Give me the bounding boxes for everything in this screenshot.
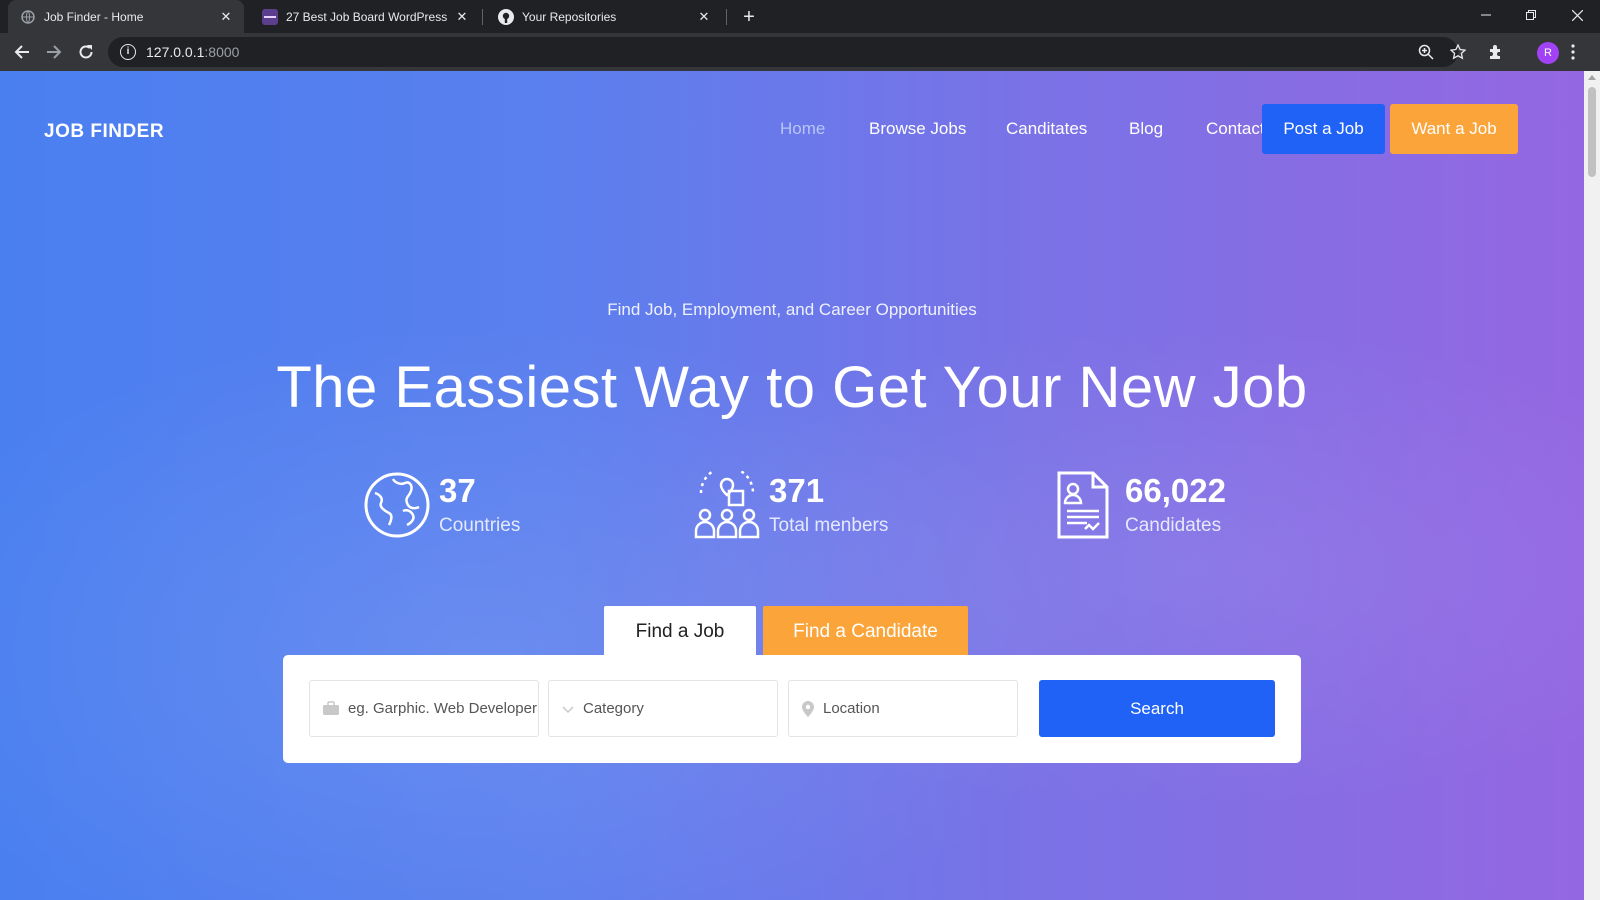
members-icon bbox=[694, 471, 760, 539]
globe-icon bbox=[20, 9, 36, 25]
url-host: 127.0.0.1 bbox=[146, 44, 205, 60]
category-placeholder: Category bbox=[583, 700, 644, 717]
info-icon[interactable]: i bbox=[120, 44, 136, 60]
keyword-placeholder: eg. Garphic. Web Developer bbox=[348, 700, 537, 717]
close-icon[interactable]: ✕ bbox=[218, 9, 234, 25]
want-a-job-button[interactable]: Want a Job bbox=[1390, 104, 1518, 154]
browser-tab-strip: Job Finder - Home ✕ 27 Best Job Board Wo… bbox=[0, 0, 1600, 33]
close-icon[interactable]: ✕ bbox=[454, 9, 470, 25]
tab-separator bbox=[482, 9, 483, 25]
scrollbar[interactable] bbox=[1584, 71, 1600, 900]
page-viewport: JOB FINDER Home Browse Jobs Canditates B… bbox=[0, 71, 1584, 900]
post-a-job-button[interactable]: Post a Job bbox=[1262, 104, 1385, 154]
restore-icon[interactable] bbox=[1508, 0, 1554, 30]
browser-tab-3[interactable]: Your Repositories ✕ bbox=[486, 0, 722, 33]
tab-separator bbox=[726, 9, 727, 25]
browser-toolbar: i 127.0.0.1 :8000 R bbox=[0, 33, 1600, 71]
new-tab-icon[interactable]: + bbox=[738, 6, 760, 28]
hero-title: The Eassiest Way to Get Your New Job bbox=[276, 355, 1308, 420]
briefcase-icon bbox=[322, 701, 340, 716]
tab-find-a-job[interactable]: Find a Job bbox=[604, 606, 756, 657]
back-icon[interactable] bbox=[8, 38, 36, 66]
stat-label: Countries bbox=[439, 515, 521, 536]
profile-avatar[interactable]: R bbox=[1537, 42, 1559, 64]
github-icon bbox=[498, 8, 514, 25]
menu-dots-icon[interactable] bbox=[1567, 41, 1579, 63]
stat-candidates: 66,022 Candidates bbox=[1049, 471, 1226, 539]
browser-tab-1[interactable]: Job Finder - Home ✕ bbox=[8, 0, 244, 33]
reload-icon[interactable] bbox=[72, 38, 100, 66]
nav-contact[interactable]: Contact bbox=[1206, 119, 1265, 139]
extensions-icon[interactable] bbox=[1485, 41, 1507, 63]
globe-icon bbox=[364, 472, 430, 538]
stat-value: 371 bbox=[769, 472, 825, 509]
stat-members: 371 Total menbers bbox=[693, 471, 888, 539]
stat-label: Total menbers bbox=[769, 515, 889, 536]
tab-title: Your Repositories bbox=[522, 9, 617, 24]
keyword-field[interactable]: eg. Garphic. Web Developer bbox=[309, 680, 539, 737]
nav-blog[interactable]: Blog bbox=[1129, 119, 1163, 139]
star-icon[interactable] bbox=[1447, 41, 1469, 63]
url-port: :8000 bbox=[204, 44, 240, 60]
stat-label: Candidates bbox=[1125, 515, 1222, 536]
search-panel: eg. Garphic. Web Developer Category Loca… bbox=[283, 655, 1301, 763]
tab-title: 27 Best Job Board WordPress Th bbox=[286, 9, 448, 24]
location-field[interactable]: Location bbox=[788, 680, 1018, 737]
colorlib-icon bbox=[262, 8, 278, 25]
tab-find-a-candidate[interactable]: Find a Candidate bbox=[763, 606, 968, 657]
nav-home[interactable]: Home bbox=[780, 119, 825, 139]
minimize-icon[interactable] bbox=[1463, 0, 1509, 30]
zoom-icon[interactable] bbox=[1415, 41, 1437, 63]
stat-value: 66,022 bbox=[1125, 472, 1226, 509]
stat-countries: 37 Countries bbox=[363, 471, 520, 539]
resume-icon bbox=[1057, 471, 1109, 539]
window-close-icon[interactable] bbox=[1554, 0, 1600, 30]
forward-icon[interactable] bbox=[40, 38, 68, 66]
map-pin-icon bbox=[801, 700, 815, 718]
scrollbar-thumb[interactable] bbox=[1588, 87, 1596, 177]
location-placeholder: Location bbox=[823, 700, 880, 717]
close-icon[interactable]: ✕ bbox=[696, 9, 712, 25]
nav-browse-jobs[interactable]: Browse Jobs bbox=[869, 119, 966, 139]
address-bar[interactable]: i 127.0.0.1 :8000 bbox=[108, 37, 1458, 67]
scroll-up-icon[interactable] bbox=[1588, 75, 1596, 80]
browser-tab-2[interactable]: 27 Best Job Board WordPress Th ✕ bbox=[250, 0, 480, 33]
site-logo[interactable]: JOB FINDER bbox=[44, 121, 164, 143]
tab-title: Job Finder - Home bbox=[44, 9, 144, 24]
stat-value: 37 bbox=[439, 472, 476, 509]
nav-canditates[interactable]: Canditates bbox=[1006, 119, 1087, 139]
chevron-down-icon bbox=[561, 704, 575, 714]
search-button[interactable]: Search bbox=[1039, 680, 1275, 737]
hero-subtitle: Find Job, Employment, and Career Opportu… bbox=[607, 300, 977, 319]
category-select[interactable]: Category bbox=[548, 680, 778, 737]
